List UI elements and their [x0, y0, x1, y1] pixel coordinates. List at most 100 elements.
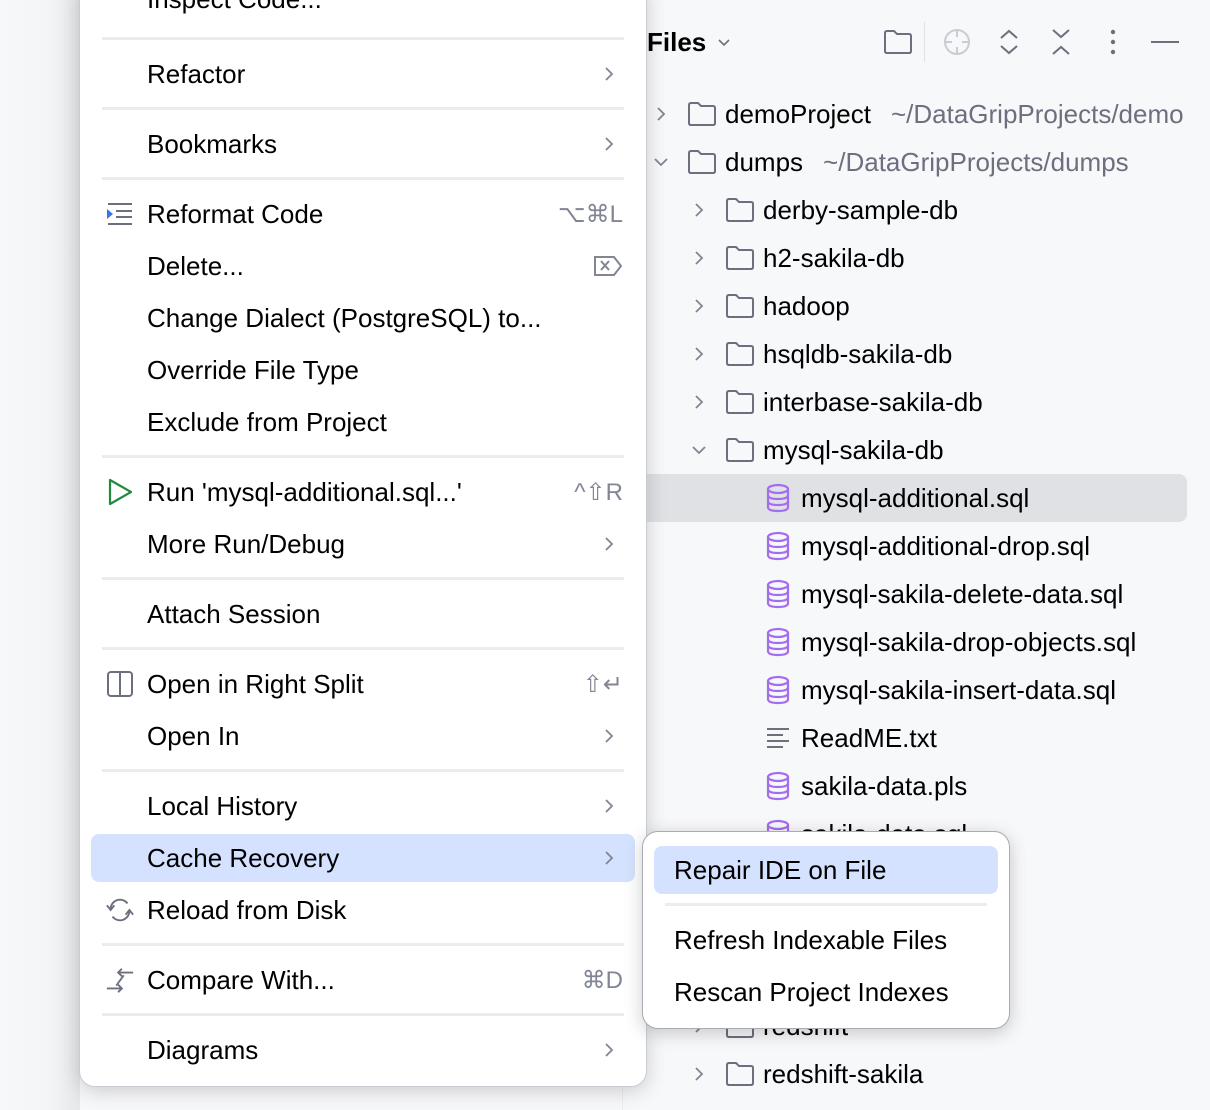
database-icon [766, 675, 790, 705]
menu-item-label: Reformat Code [147, 198, 324, 229]
expand-chevron[interactable] [651, 152, 671, 172]
tree-file-row[interactable]: mysql-sakila-insert-data.sql [623, 666, 1210, 714]
database-icon [766, 531, 790, 561]
compare-icon [106, 968, 134, 993]
collapse-chevron[interactable] [651, 104, 671, 124]
menu-item-run-mysql-additional-sql[interactable]: Run 'mysql-additional.sql...' ^⇧R [91, 468, 635, 516]
tree-file-row[interactable]: mysql-sakila-drop-objects.sql [623, 618, 1210, 666]
tree-folder-row[interactable]: hsqldb-sakila-db [623, 330, 1210, 378]
menu-item-reformat-code[interactable]: Reformat Code ⌥⌘L [91, 190, 635, 238]
reload-icon [106, 898, 134, 922]
menu-item-label: Refactor [147, 58, 246, 89]
collapse-chevron[interactable] [689, 392, 709, 412]
menu-item-label: Attach Session [147, 598, 321, 629]
menu-item-icon [105, 895, 135, 925]
locate-button[interactable] [937, 22, 977, 62]
chevron-right-icon [695, 1067, 704, 1081]
menu-item-shortcut: ^⇧R [574, 478, 623, 506]
menu-item-exclude-from-project[interactable]: Exclude from Project [91, 398, 635, 446]
tree-item-label: mysql-sakila-db [763, 434, 944, 465]
collapse-chevron[interactable] [689, 1064, 709, 1084]
collapse-chevron[interactable] [689, 248, 709, 268]
tree-item-label: h2-sakila-db [763, 242, 905, 273]
menu-item-change-dialect-postgresql-to[interactable]: Change Dialect (PostgreSQL) to... [91, 294, 635, 342]
menu-item-label: Local History [147, 790, 298, 821]
tree-folder-row[interactable]: derby-sample-db [623, 186, 1210, 234]
menu-item-open-in-right-split[interactable]: Open in Right Split ⇧↵ [91, 660, 635, 708]
tree-item-label: redshift-sakila [763, 1058, 924, 1089]
files-header[interactable]: Files [647, 22, 732, 62]
collapse-chevron[interactable] [689, 296, 709, 316]
submenu-item-repair-ide-on-file[interactable]: Repair IDE on File [654, 846, 998, 894]
expand-all-button[interactable] [989, 22, 1029, 62]
tree-folder-row[interactable]: redshift-sakila [623, 1050, 1210, 1098]
tree-item-icon [763, 579, 793, 609]
split-icon [107, 671, 133, 697]
folder-button[interactable] [878, 22, 918, 62]
tree-file-row[interactable]: ReadME.txt [623, 714, 1210, 762]
collapse-all-button[interactable] [1041, 22, 1081, 62]
tree-file-row[interactable]: mysql-additional.sql [623, 474, 1187, 522]
menu-item-shortcut [593, 255, 623, 277]
tree-folder-row[interactable]: mysql-sakila-db [623, 426, 1210, 474]
folder-icon [726, 294, 754, 318]
menu-item-inspect-code[interactable]: Inspect Code... [91, 0, 635, 23]
tree-folder-row[interactable]: h2-sakila-db [623, 234, 1210, 282]
minimize-button[interactable] [1145, 22, 1185, 62]
menu-item-label: Override File Type [147, 354, 359, 385]
tree-item-label: hsqldb-sakila-db [763, 338, 953, 369]
tree-folder-row[interactable]: dumps ~/DataGripProjects/dumps [623, 138, 1210, 186]
tree-item-icon [763, 725, 793, 751]
collapse-chevron[interactable] [689, 200, 709, 220]
chevron-right-icon [605, 851, 614, 865]
folder-icon [726, 198, 754, 222]
menu-separator [102, 1013, 624, 1016]
menu-item-compare-with[interactable]: Compare With... ⌘D [91, 956, 635, 1004]
tree-file-row[interactable]: mysql-additional-drop.sql [623, 522, 1210, 570]
tree-folder-row[interactable]: demoProject ~/DataGripProjects/demo [623, 90, 1210, 138]
submenu-item-refresh-indexable-files[interactable]: Refresh Indexable Files [654, 916, 998, 964]
menu-item-delete[interactable]: Delete... [91, 242, 635, 290]
menu-item-more-run-debug[interactable]: More Run/Debug [91, 520, 635, 568]
menu-item-attach-session[interactable]: Attach Session [91, 590, 635, 638]
folder-icon [688, 150, 716, 174]
delete-key-icon [594, 256, 623, 276]
expand-chevron[interactable] [689, 440, 709, 460]
folder-icon [726, 390, 754, 414]
menu-item-refactor[interactable]: Refactor [91, 50, 635, 98]
chevron-down-icon [718, 39, 730, 47]
folder-icon [726, 1062, 754, 1086]
chevron-right-icon [695, 395, 704, 409]
tree-item-label: sakila-data.pls [801, 770, 968, 801]
locate-icon [944, 29, 970, 55]
menu-item-local-history[interactable]: Local History [91, 782, 635, 830]
more-button[interactable] [1093, 22, 1133, 62]
database-icon [766, 771, 790, 801]
menu-item-diagrams[interactable]: Diagrams [91, 1026, 635, 1074]
menu-item-reload-from-disk[interactable]: Reload from Disk [91, 886, 635, 934]
menu-item-override-file-type[interactable]: Override File Type [91, 346, 635, 394]
submenu-item-rescan-project-indexes[interactable]: Rescan Project Indexes [654, 968, 998, 1016]
menu-item-bookmarks[interactable]: Bookmarks [91, 120, 635, 168]
tree-item-label: mysql-sakila-insert-data.sql [801, 674, 1116, 705]
tree-folder-row[interactable]: interbase-sakila-db [623, 378, 1210, 426]
tree-item-icon [725, 197, 755, 223]
menu-item-label: Bookmarks [147, 128, 278, 159]
collapse-chevron[interactable] [689, 344, 709, 364]
tree-file-row[interactable]: mysql-sakila-delete-data.sql [623, 570, 1210, 618]
files-toolbar [878, 22, 1197, 62]
chevron-right-icon [695, 203, 704, 217]
menu-separator [102, 455, 624, 458]
menu-item-label: Inspect Code... [147, 0, 322, 15]
tree-item-label: derby-sample-db [763, 194, 959, 225]
tree-item-icon [763, 483, 793, 513]
folder-icon [726, 342, 754, 366]
menu-item-open-in[interactable]: Open In [91, 712, 635, 760]
tree-file-row[interactable]: sakila-data.pls [623, 762, 1210, 810]
editor-background [0, 0, 80, 1110]
menu-item-cache-recovery[interactable]: Cache Recovery [91, 834, 635, 882]
tree-item-path: ~/DataGripProjects/demo [890, 98, 1184, 129]
menu-item-label: Run 'mysql-additional.sql...' [147, 476, 462, 507]
chevron-right-icon [657, 107, 666, 121]
tree-folder-row[interactable]: hadoop [623, 282, 1210, 330]
